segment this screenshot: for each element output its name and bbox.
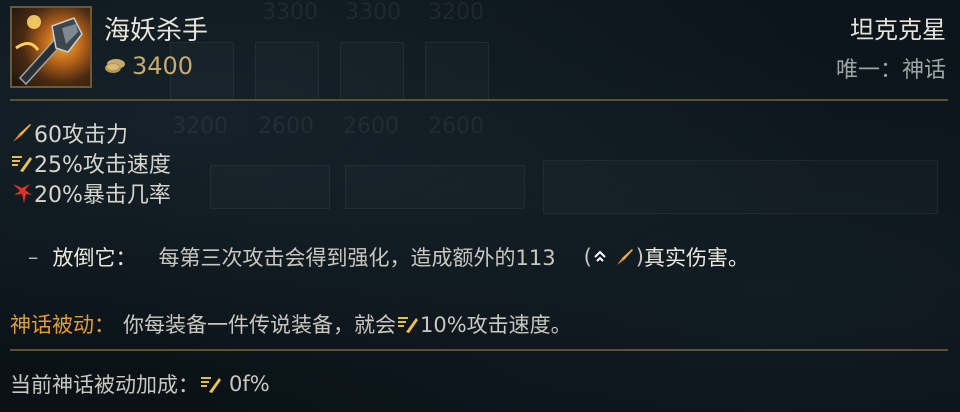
mythic-passive-text: 你每装备一件传说装备，就会 <box>123 313 396 337</box>
passive-description: – 放倒它： 每第三次攻击会得到强化，造成额外的113 ( ) 真实伤害。 <box>28 242 749 272</box>
stat-crit-chance: 20%暴击几率 <box>10 177 171 209</box>
kraken-slayer-icon <box>15 15 83 86</box>
item-tooltip: 海妖杀手 3400 坦克克星 唯一：神话 60攻击力 25%攻击速度 20%暴击… <box>0 0 960 412</box>
gold-coin-icon <box>105 59 125 73</box>
bonus-label: 当前神话被动加成： <box>10 373 199 397</box>
paren-open: ( <box>583 245 592 269</box>
bonus-value: 0f% <box>229 372 270 396</box>
item-name: 海妖杀手 <box>104 16 209 46</box>
attack-speed-icon <box>12 156 32 172</box>
true-damage-label: 真实伤害。 <box>644 246 749 270</box>
stat-text: 60攻击力 <box>34 123 128 148</box>
stat-text: 25%攻击速度 <box>34 153 171 178</box>
mythic-passive-value: 10%攻击速度。 <box>420 313 572 337</box>
attack-damage-icon <box>616 249 633 265</box>
item-price: 3400 <box>104 52 193 80</box>
damage-scaling: ( ) <box>584 245 644 269</box>
attack-damage-icon <box>13 124 31 142</box>
current-mythic-bonus: 当前神话被动加成： 0f% <box>10 369 270 399</box>
crit-chance-icon <box>13 184 32 203</box>
passive-text: 每第三次攻击会得到强化，造成额外的113 <box>158 246 556 270</box>
paren-close: ) <box>635 245 644 269</box>
bonus-ad-icon <box>594 250 606 262</box>
mythic-passive: 神话被动： 你每装备一件传说装备，就会 10%攻击速度。 <box>10 309 572 339</box>
passive-name: 放倒它： <box>52 246 137 270</box>
unique-tag: 唯一：神话 <box>835 58 946 83</box>
mythic-passive-label: 神话被动： <box>10 313 115 337</box>
attack-speed-icon <box>398 317 418 333</box>
price-value: 3400 <box>132 52 194 80</box>
attack-speed-icon <box>201 377 221 393</box>
stat-text: 20%暴击几率 <box>34 183 171 208</box>
item-category: 坦克克星 <box>850 16 946 44</box>
item-portrait <box>10 6 92 88</box>
bullet-dash: – <box>28 245 39 269</box>
stat-attack-speed: 25%攻击速度 <box>10 147 171 179</box>
stat-attack-damage: 60攻击力 <box>10 117 128 149</box>
divider <box>10 349 948 351</box>
divider <box>10 99 948 101</box>
